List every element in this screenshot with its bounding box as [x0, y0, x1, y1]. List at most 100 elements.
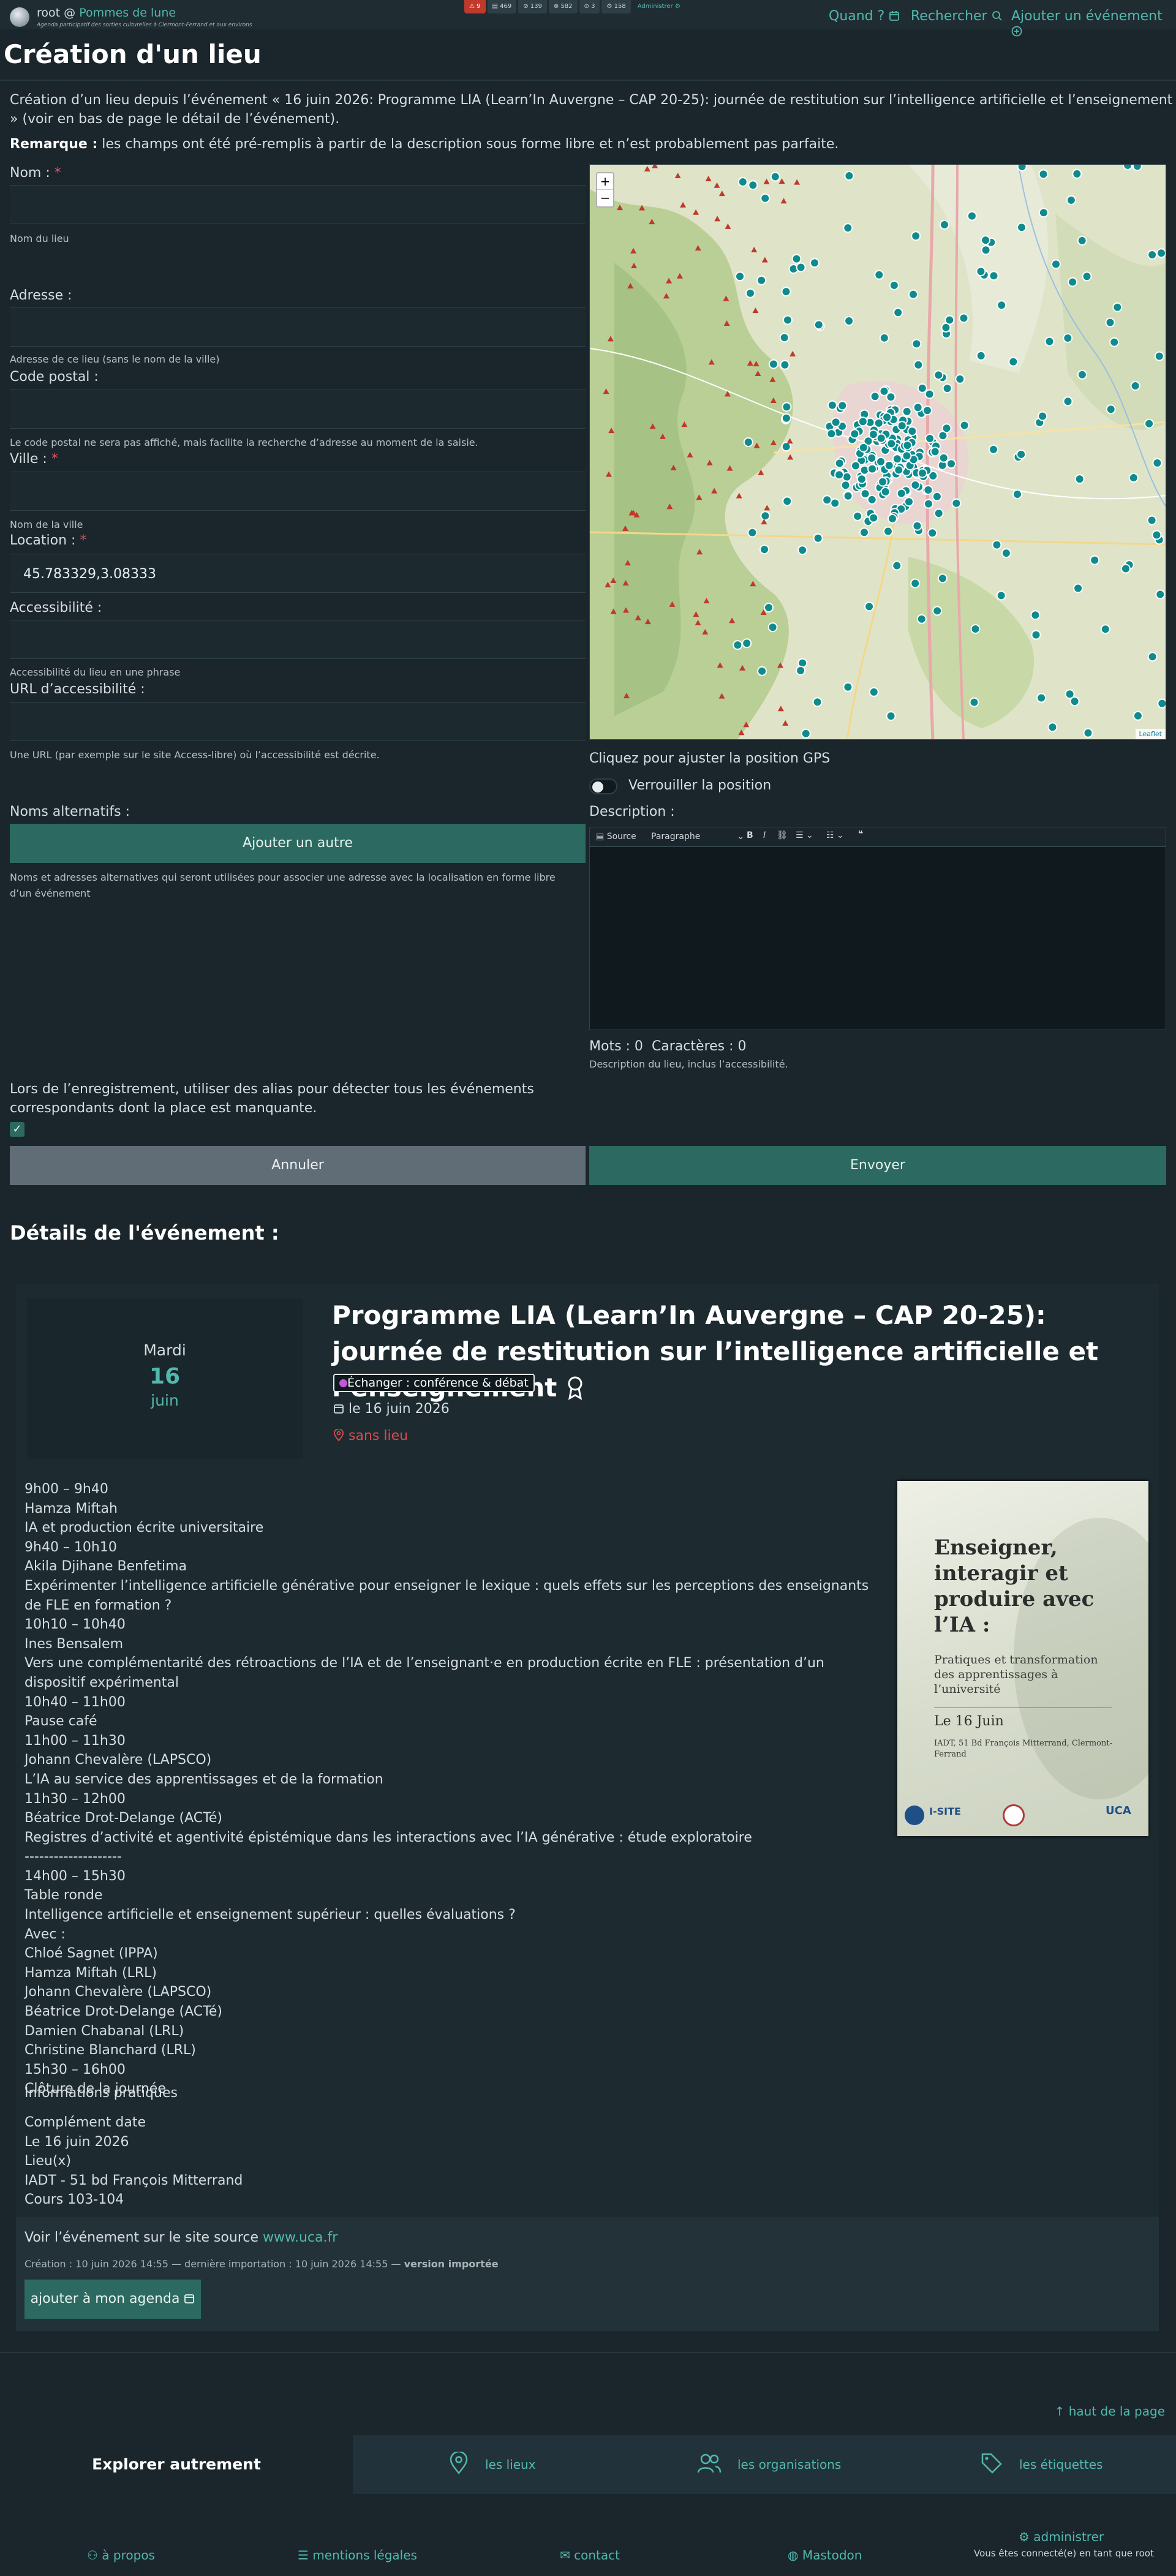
map-place-marker[interactable] [858, 442, 869, 453]
paragraph-select[interactable]: Paragraphe ⌄ [651, 832, 744, 842]
map-place-marker[interactable] [760, 544, 769, 555]
map-place-marker[interactable] [932, 606, 943, 616]
map-place-marker[interactable] [1156, 248, 1166, 258]
map-place-marker[interactable] [831, 417, 841, 427]
map-place-marker[interactable] [1155, 589, 1166, 600]
map-place-marker[interactable] [856, 474, 867, 484]
map-place-marker[interactable] [976, 266, 986, 277]
stat-warnings[interactable]: ⚠ 9 [464, 0, 486, 13]
map-place-marker[interactable] [892, 560, 902, 571]
link-icon[interactable]: ⛓ [777, 830, 788, 840]
map-place-marker[interactable] [916, 614, 927, 624]
map-place-marker[interactable] [1072, 168, 1082, 179]
postal-input[interactable] [10, 390, 586, 429]
quote-icon[interactable]: ❝ [858, 829, 863, 839]
map-place-marker[interactable] [886, 711, 896, 721]
map-place-marker[interactable] [1147, 652, 1158, 662]
map-place-marker[interactable] [940, 219, 949, 230]
map-place-marker[interactable] [1038, 208, 1049, 218]
map-place-marker[interactable] [827, 400, 837, 410]
city-input[interactable] [10, 472, 586, 511]
map-place-marker[interactable] [840, 480, 851, 491]
map-place-marker[interactable] [764, 603, 774, 612]
map-place-marker[interactable] [867, 464, 877, 474]
map-place-marker[interactable] [834, 470, 845, 480]
map-place-marker[interactable] [1017, 222, 1027, 233]
map-place-marker[interactable] [1030, 610, 1041, 620]
italic-button[interactable]: I [763, 830, 766, 840]
map-place-marker[interactable] [797, 545, 808, 555]
stat-places[interactable]: ⊘ 139 [518, 0, 547, 13]
map-place-marker[interactable] [1063, 396, 1073, 407]
map-place-marker[interactable] [858, 416, 868, 427]
map-place-marker[interactable] [1031, 630, 1041, 640]
map-place-marker[interactable] [826, 429, 837, 439]
map-place-marker[interactable] [747, 527, 758, 538]
map-place-marker[interactable] [867, 453, 877, 463]
map-place-marker[interactable] [1077, 369, 1087, 380]
map-place-marker[interactable] [912, 521, 922, 531]
map-place-marker[interactable] [768, 359, 778, 369]
map-place-marker[interactable] [1133, 710, 1143, 721]
map-place-marker[interactable] [910, 578, 921, 589]
map-place-marker[interactable] [1036, 693, 1047, 703]
event-tag[interactable]: Échanger : conférence & débat [333, 1374, 535, 1392]
map-place-marker[interactable] [959, 313, 969, 323]
map-place-marker[interactable] [1066, 195, 1076, 205]
map-place-marker[interactable] [1144, 418, 1155, 429]
map-place-marker[interactable] [911, 339, 922, 349]
footer-about[interactable]: ⚇ à propos [87, 2548, 155, 2563]
map-place-marker[interactable] [882, 412, 892, 423]
map-place-marker[interactable] [1051, 259, 1061, 269]
description-editor[interactable] [589, 846, 1166, 1030]
map-place-marker[interactable] [844, 171, 854, 181]
map-place-marker[interactable] [783, 315, 793, 325]
map-place-marker[interactable] [923, 485, 933, 495]
map-place-marker[interactable] [781, 287, 791, 297]
map-place-marker[interactable] [737, 177, 748, 187]
map-place-marker[interactable] [837, 401, 848, 411]
accessibility-input[interactable] [10, 620, 586, 659]
map-place-marker[interactable] [989, 444, 998, 454]
map-place-marker[interactable] [1152, 458, 1163, 468]
map-place-marker[interactable] [937, 573, 948, 584]
map-place-marker[interactable] [878, 476, 888, 487]
map-place-marker[interactable] [894, 465, 904, 475]
source-button[interactable]: ▤ Source [596, 832, 636, 842]
map-place-marker[interactable] [1123, 165, 1133, 170]
map-place-marker[interactable] [745, 288, 755, 298]
map-place-marker[interactable] [1044, 336, 1055, 347]
map-place-marker[interactable] [810, 258, 820, 268]
map-place-marker[interactable] [853, 511, 863, 521]
admin-link[interactable]: Administrer ⚙ [633, 0, 685, 13]
map-place-marker[interactable] [880, 486, 891, 497]
add-alt-name-button[interactable]: Ajouter un autre [10, 824, 586, 863]
map-place-marker[interactable] [908, 289, 918, 299]
map-place-marker[interactable] [782, 496, 793, 507]
nav-organisations[interactable]: les organisations [697, 2435, 841, 2494]
map-place-marker[interactable] [869, 687, 879, 697]
map-place-marker[interactable] [843, 223, 853, 233]
map-place-marker[interactable] [813, 533, 823, 543]
map-place-marker[interactable] [735, 271, 745, 282]
map-place-marker[interactable] [867, 494, 877, 505]
map-place-marker[interactable] [981, 235, 991, 246]
map-place-marker[interactable] [1106, 404, 1116, 415]
map-place-marker[interactable] [884, 461, 894, 470]
map-place-marker[interactable] [924, 499, 933, 509]
map-place-marker[interactable] [946, 459, 956, 469]
map-place-marker[interactable] [941, 322, 951, 333]
alias-checkbox[interactable]: ✓ [10, 1122, 24, 1137]
numbered-list-icon[interactable]: ☷ ⌄ [826, 830, 844, 840]
map-place-marker[interactable] [941, 423, 952, 434]
map-place-marker[interactable] [910, 480, 921, 490]
map-place-marker[interactable] [902, 451, 912, 461]
stat-events[interactable]: ▤ 469 [487, 0, 517, 13]
footer-legal[interactable]: ☰ mentions légales [298, 2548, 417, 2563]
map-place-marker[interactable] [1132, 165, 1142, 171]
map-place-marker[interactable] [1128, 473, 1139, 483]
event-poster[interactable]: Enseigner, interagir et produire avec l’… [897, 1481, 1148, 1836]
nav-places[interactable]: les lieux [448, 2435, 536, 2494]
map-place-marker[interactable] [760, 511, 771, 521]
map-place-marker[interactable] [822, 495, 832, 505]
